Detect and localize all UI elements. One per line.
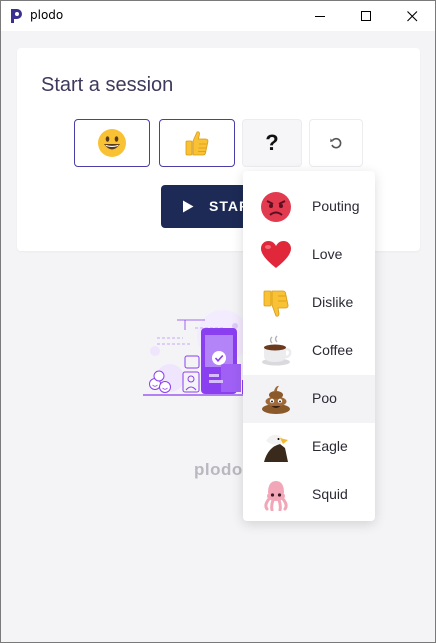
thumbs-up-icon [185, 131, 209, 156]
plodo-logo-icon [11, 9, 22, 23]
close-icon [406, 10, 417, 21]
thumbs-down-icon [263, 290, 289, 317]
menu-item-squid[interactable]: Squid [243, 471, 375, 519]
plodo-brand-logo: plodo. [194, 460, 248, 479]
minimize-icon [314, 15, 325, 17]
session-heading: Start a session [41, 74, 174, 96]
menu-item-pouting[interactable]: Pouting [243, 183, 375, 231]
thumbs-up-reaction-button[interactable] [159, 119, 235, 167]
menu-item-label: Poo [312, 390, 337, 406]
refresh-icon [330, 137, 342, 149]
menu-item-eagle[interactable]: Eagle [243, 423, 375, 471]
question-mark-label: ? [265, 130, 279, 155]
hot-beverage-icon [262, 335, 292, 366]
maximize-button[interactable] [343, 1, 389, 31]
menu-item-label: Eagle [312, 438, 348, 454]
close-button[interactable] [389, 1, 435, 31]
smiley-reaction-button[interactable] [74, 119, 150, 167]
grinning-face-icon [98, 129, 126, 157]
pile-of-poo-icon [262, 385, 290, 414]
menu-item-love[interactable]: Love [243, 231, 375, 279]
pouting-face-icon [261, 192, 291, 222]
maximize-icon [360, 10, 371, 21]
menu-item-poo[interactable]: Poo [243, 375, 375, 423]
reset-button[interactable] [309, 119, 363, 167]
menu-item-label: Squid [312, 486, 348, 502]
title-bar[interactable]: plodo [1, 1, 435, 31]
menu-item-dislike[interactable]: Dislike [243, 279, 375, 327]
window-title: plodo [30, 8, 64, 22]
red-heart-icon [261, 241, 291, 268]
more-reactions-button[interactable]: ? [242, 119, 302, 167]
reaction-dropdown-menu: Pouting Love Dislike Coffee Poo Eagle Sq… [243, 171, 375, 521]
menu-item-label: Pouting [312, 198, 360, 214]
app-window: plodo Start a session ? STAR plodo. Pout… [0, 0, 436, 643]
menu-item-label: Dislike [312, 294, 354, 310]
minimize-button[interactable] [297, 1, 343, 31]
squid-icon [264, 481, 288, 511]
menu-item-label: Love [312, 246, 343, 262]
menu-item-label: Coffee [312, 342, 353, 358]
play-icon [183, 200, 194, 213]
eagle-icon [264, 434, 288, 462]
menu-item-coffee[interactable]: Coffee [243, 327, 375, 375]
